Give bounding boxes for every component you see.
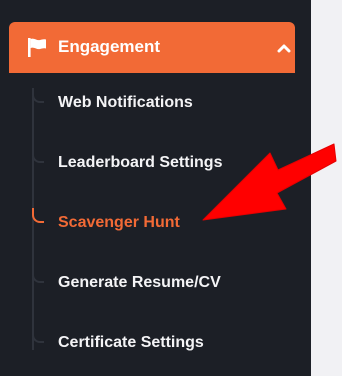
tree-branch [32,148,44,163]
submenu-item-label: Generate Resume/CV [58,274,221,291]
submenu-item-scavenger-hunt[interactable]: Scavenger Hunt [32,208,292,238]
submenu-item-label: Scavenger Hunt [58,214,180,231]
tree-branch [32,268,44,283]
submenu-item-label: Web Notifications [58,94,193,111]
tree-branch-active [32,208,44,223]
submenu-item-generate-resume[interactable]: Generate Resume/CV [32,268,292,298]
submenu-item-leaderboard-settings[interactable]: Leaderboard Settings [32,148,292,178]
submenu-item-label: Certificate Settings [58,334,204,351]
submenu-item-label: Leaderboard Settings [58,154,223,171]
engagement-menu-header[interactable]: Engagement [9,22,295,73]
chevron-up-icon[interactable] [277,42,291,54]
flag-icon [28,38,46,57]
tree-branch [32,88,44,103]
submenu-item-certificate-settings[interactable]: Certificate Settings [32,328,292,358]
engagement-menu-title: Engagement [58,37,161,56]
sidebar: Engagement Web Notifications Leaderboard… [0,0,311,376]
tree-branch [32,328,44,343]
submenu-item-web-notifications[interactable]: Web Notifications [32,88,292,118]
